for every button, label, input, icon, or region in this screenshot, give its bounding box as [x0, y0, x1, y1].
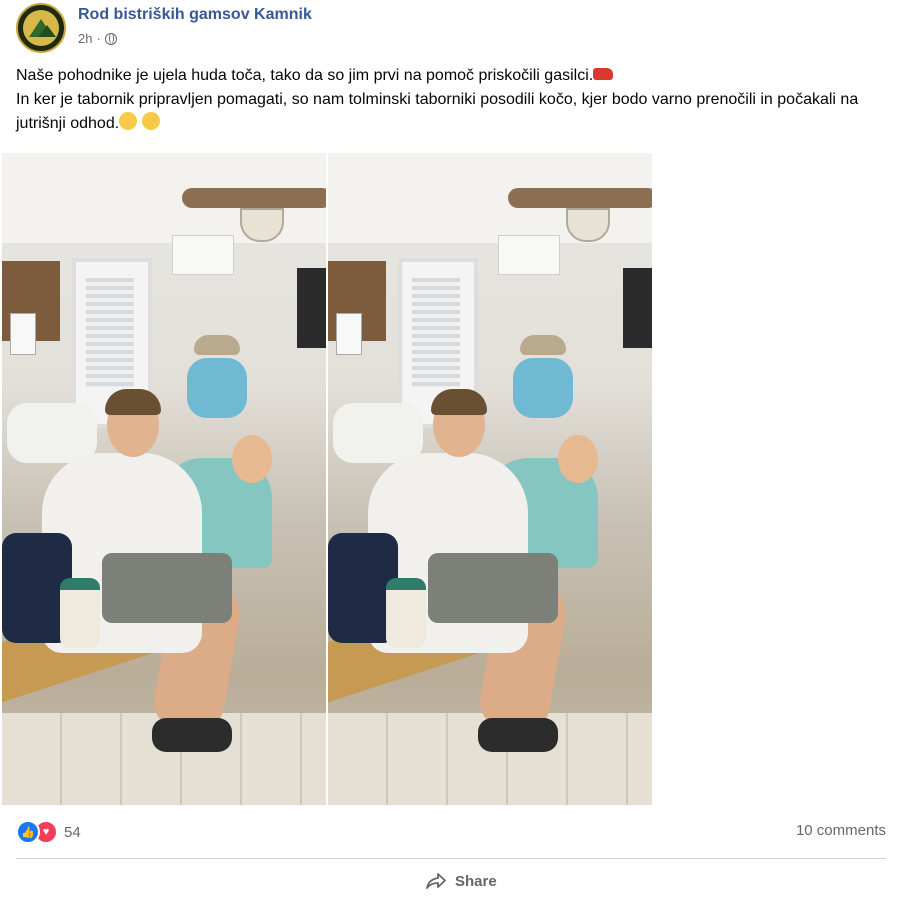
- scout-hat: [520, 335, 566, 355]
- reactions-summary[interactable]: 👍 ♥ 54: [16, 820, 81, 844]
- post-text: Naše pohodnike je ujela huda toča, tako …: [16, 64, 886, 136]
- paper-note: [336, 313, 362, 355]
- scout-shoe: [152, 718, 232, 752]
- post-meta: 2h ·: [78, 31, 117, 46]
- share-button[interactable]: Share: [425, 872, 497, 890]
- scout-seated-left: [333, 403, 423, 463]
- water-bottle: [60, 578, 100, 648]
- dark-screen: [297, 268, 326, 348]
- like-icon: 👍: [16, 820, 40, 844]
- window-blind: [86, 278, 134, 388]
- scout-teal-head: [232, 435, 272, 483]
- window-blind: [412, 278, 460, 388]
- page-name-link[interactable]: Rod bistriških gamsov Kamnik: [78, 6, 312, 24]
- grinning-sweat-emoji: [119, 112, 138, 130]
- avatar-mountain-small: [38, 25, 56, 37]
- post-time[interactable]: 2h: [78, 31, 92, 46]
- page-avatar[interactable]: [16, 3, 66, 53]
- post-text-line-2: In ker je tabornik pripravljen pomagati,…: [16, 88, 886, 136]
- post-text-line-1-content: Naše pohodnike je ujela huda toča, tako …: [16, 67, 594, 84]
- post-text-line-1: Naše pohodnike je ujela huda toča, tako …: [16, 64, 886, 88]
- post-header: [16, 3, 66, 53]
- post-photo-2[interactable]: [328, 153, 652, 805]
- share-icon: [425, 872, 447, 890]
- scout-shorts: [428, 553, 558, 623]
- scout-main-hair: [431, 389, 487, 415]
- reaction-count[interactable]: 54: [64, 824, 81, 841]
- scout-teal-head: [558, 435, 598, 483]
- air-conditioner: [172, 235, 234, 275]
- water-bottle: [386, 578, 426, 648]
- air-conditioner: [498, 235, 560, 275]
- scout-hat: [194, 335, 240, 355]
- ceiling-fan: [182, 188, 326, 208]
- scout-standing: [187, 358, 247, 418]
- scout-standing: [513, 358, 573, 418]
- fire-engine-emoji: [593, 68, 614, 80]
- post-photo-1[interactable]: [2, 153, 326, 805]
- meta-separator: ·: [96, 31, 101, 46]
- relieved-face-emoji: [141, 112, 160, 130]
- comments-count-link[interactable]: 10 comments: [796, 822, 886, 839]
- scout-main-hair: [105, 389, 161, 415]
- dark-screen: [623, 268, 652, 348]
- scout-seated-left: [7, 403, 97, 463]
- scout-shorts: [102, 553, 232, 623]
- globe-icon[interactable]: [104, 32, 117, 45]
- share-label: Share: [455, 872, 497, 890]
- post-text-line-2-content: In ker je tabornik pripravljen pomagati,…: [16, 91, 859, 132]
- paper-note: [10, 313, 36, 355]
- action-bar-divider: [16, 858, 886, 859]
- scout-shoe: [478, 718, 558, 752]
- ceiling-fan: [508, 188, 652, 208]
